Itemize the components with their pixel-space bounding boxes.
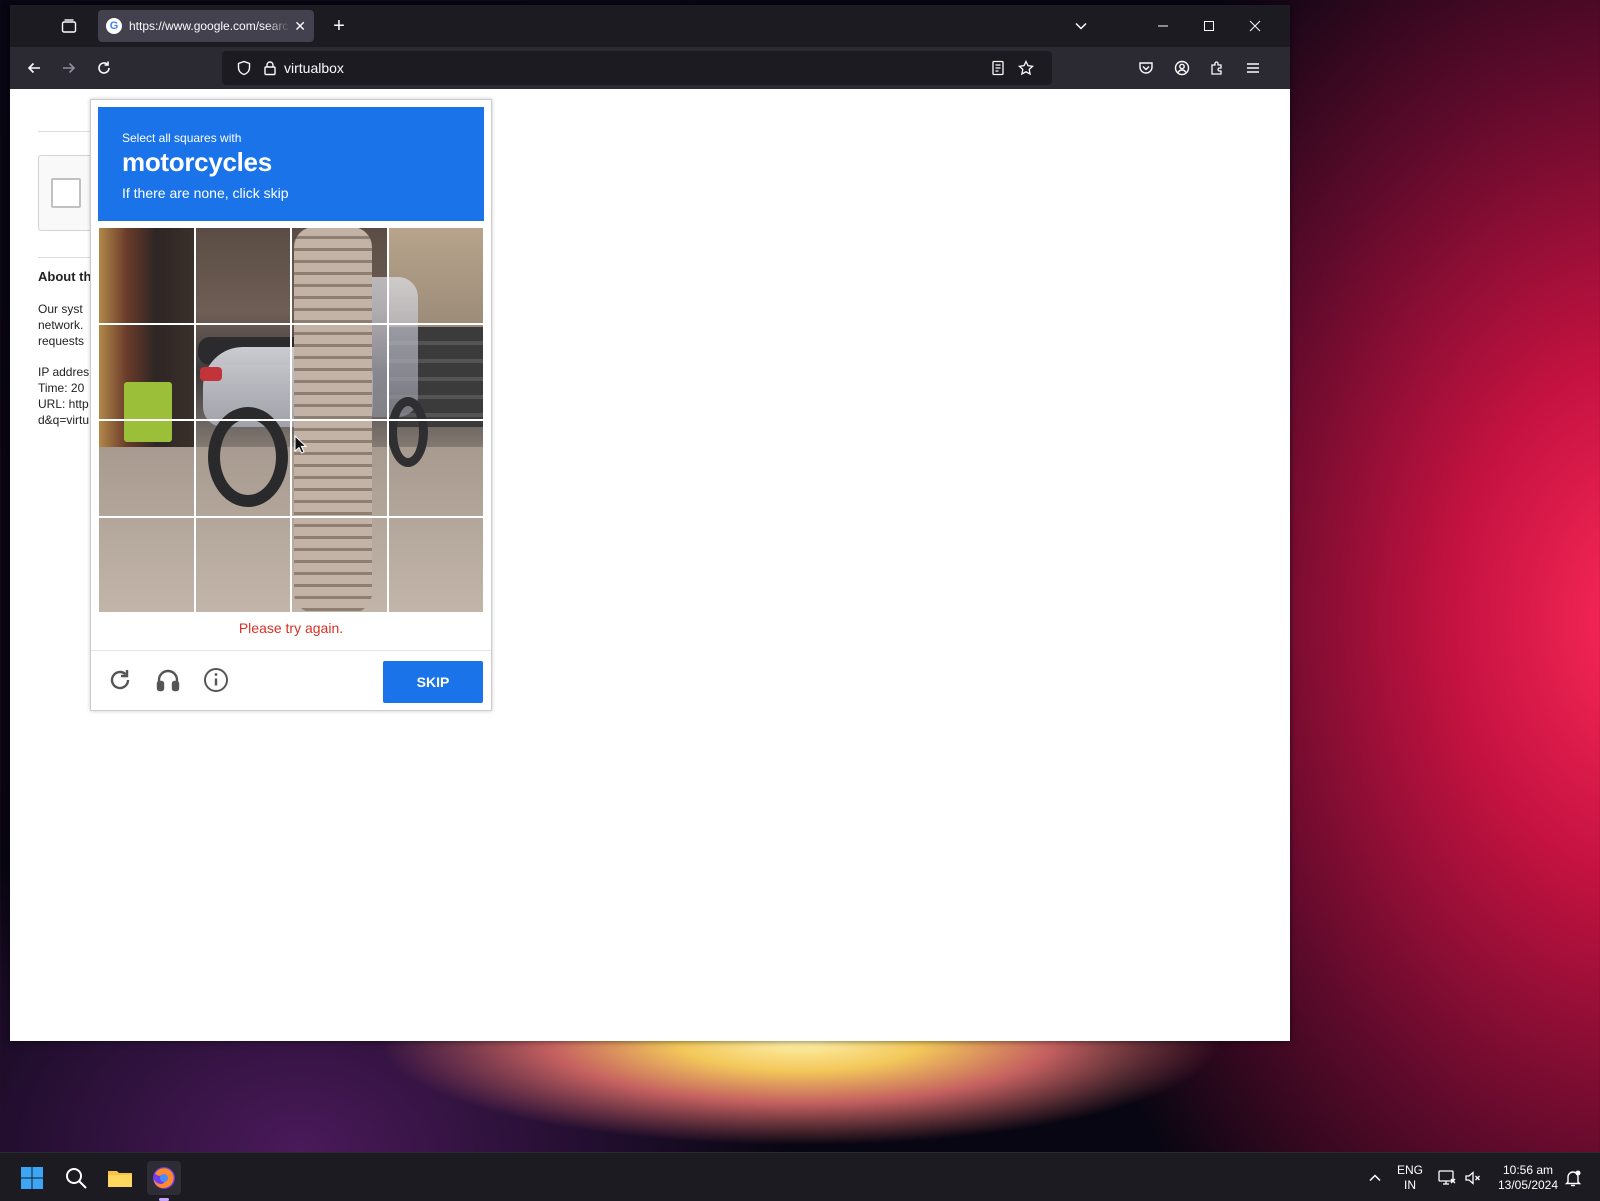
- nav-toolbar: virtualbox: [10, 47, 1290, 89]
- browser-window: G https://www.google.com/search ✕ + virt…: [10, 5, 1290, 1041]
- windows-start-icon[interactable]: [15, 1161, 49, 1195]
- minimize-button[interactable]: [1149, 12, 1177, 40]
- tab-title: https://www.google.com/search: [129, 19, 291, 33]
- language-indicator[interactable]: ENG IN: [1394, 1163, 1426, 1193]
- back-arrow-icon[interactable]: [20, 54, 48, 82]
- reload-icon[interactable]: [90, 54, 118, 82]
- challenge-tile-r2-c2[interactable]: [194, 323, 291, 420]
- region-code: IN: [1404, 1178, 1416, 1192]
- google-favicon-icon: G: [106, 18, 122, 34]
- show-hidden-icons-icon[interactable]: [1358, 1161, 1392, 1195]
- challenge-tile-r4-c2[interactable]: [194, 516, 291, 613]
- time-line: Time: 20: [38, 381, 85, 395]
- audio-challenge-icon[interactable]: [155, 667, 183, 695]
- account-icon[interactable]: [1168, 54, 1196, 82]
- challenge-tile-r2-c3[interactable]: [291, 323, 388, 420]
- tab-google-search[interactable]: G https://www.google.com/search ✕: [98, 10, 314, 42]
- page-content: About th Our syst network. requests IP a…: [10, 89, 1290, 1041]
- language-code: ENG: [1396, 1163, 1423, 1177]
- firefox-taskbar-icon[interactable]: [147, 1161, 181, 1201]
- url-line: URL: http: [38, 397, 89, 411]
- title-bar: G https://www.google.com/search ✕ +: [10, 5, 1290, 47]
- tab-close-icon[interactable]: ✕: [294, 18, 306, 35]
- pocket-icon[interactable]: [1132, 54, 1160, 82]
- challenge-tile-r4-c3[interactable]: [291, 516, 388, 613]
- ip-line: IP addres: [38, 365, 90, 379]
- divider: [38, 257, 98, 258]
- file-explorer-icon[interactable]: [103, 1161, 137, 1195]
- reload-challenge-icon[interactable]: [107, 667, 135, 695]
- notification-bell-icon[interactable]: [1556, 1161, 1590, 1195]
- url-text[interactable]: virtualbox: [284, 60, 344, 76]
- bookmark-star-icon[interactable]: [1012, 54, 1040, 82]
- url-line-2: d&q=virtu: [38, 413, 90, 427]
- reader-view-icon[interactable]: [984, 54, 1012, 82]
- tracking-shield-icon[interactable]: [230, 54, 258, 82]
- tab-list-icon[interactable]: [55, 12, 83, 40]
- challenge-target: motorcycles: [122, 147, 272, 177]
- body-line-1: Our syst: [38, 302, 83, 316]
- divider: [38, 131, 98, 132]
- challenge-tile-r1-c4[interactable]: [387, 227, 484, 324]
- challenge-tile-r1-c1[interactable]: [98, 227, 195, 324]
- about-heading: About th: [38, 269, 92, 284]
- forward-arrow-icon[interactable]: [55, 54, 83, 82]
- list-all-tabs-icon[interactable]: [1067, 12, 1095, 40]
- extensions-icon[interactable]: [1203, 54, 1231, 82]
- volume-muted-icon[interactable]: [1456, 1161, 1490, 1195]
- challenge-tile-r3-c2[interactable]: [194, 420, 291, 517]
- mouse-cursor-icon: [294, 434, 308, 460]
- recaptcha-challenge-popup: Select all squares with motorcycles If t…: [90, 99, 492, 711]
- challenge-header: Select all squares with motorcycles If t…: [98, 107, 484, 221]
- body-line-2: network.: [38, 318, 84, 332]
- challenge-tile-r4-c4[interactable]: [387, 516, 484, 613]
- lock-icon[interactable]: [256, 54, 284, 82]
- challenge-instruction: Select all squares with: [122, 131, 242, 145]
- body-line-3: requests: [38, 334, 85, 348]
- app-menu-icon[interactable]: [1239, 54, 1267, 82]
- search-icon[interactable]: [59, 1161, 93, 1195]
- challenge-image-grid: [98, 227, 484, 613]
- close-window-button[interactable]: [1241, 12, 1269, 40]
- challenge-tile-r1-c3[interactable]: [291, 227, 388, 324]
- error-message: Please try again.: [238, 620, 344, 636]
- challenge-tile-r2-c1[interactable]: [98, 323, 195, 420]
- challenge-tile-r4-c1[interactable]: [98, 516, 195, 613]
- info-icon[interactable]: [203, 667, 231, 695]
- recaptcha-checkbox[interactable]: [51, 178, 81, 208]
- new-tab-button[interactable]: +: [325, 12, 353, 40]
- taskbar: ENG IN 10:56 am 13/05/2024: [0, 1152, 1600, 1201]
- challenge-footer: SKIP: [91, 650, 491, 711]
- maximize-button[interactable]: [1195, 12, 1223, 40]
- challenge-tile-r3-c1[interactable]: [98, 420, 195, 517]
- challenge-tile-r1-c2[interactable]: [194, 227, 291, 324]
- skip-button[interactable]: SKIP: [383, 661, 483, 703]
- address-bar[interactable]: virtualbox: [222, 51, 1052, 85]
- challenge-tile-r3-c4[interactable]: [387, 420, 484, 517]
- challenge-hint: If there are none, click skip: [122, 185, 289, 201]
- challenge-tile-r2-c4[interactable]: [387, 323, 484, 420]
